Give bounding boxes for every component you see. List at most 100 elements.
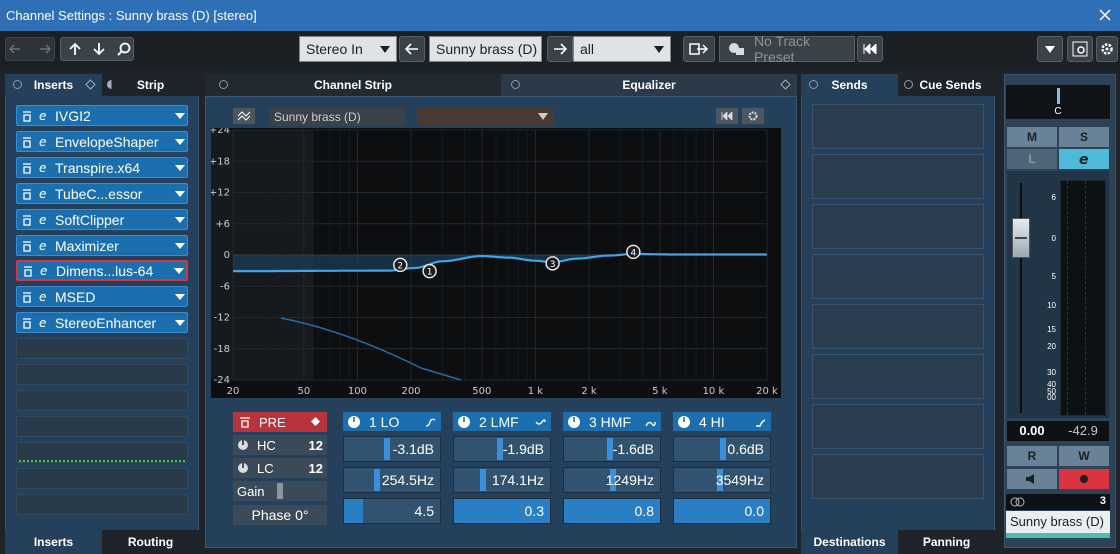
tab-bottom-inserts[interactable]: Inserts: [5, 530, 102, 554]
eq-preset-select[interactable]: [417, 108, 554, 126]
eq-band-node-4[interactable]: 4: [626, 244, 641, 260]
read-automation-button[interactable]: R: [1007, 446, 1057, 466]
eq-settings-button[interactable]: [742, 108, 764, 124]
history-nav-buttons[interactable]: [5, 37, 55, 61]
send-slot[interactable]: [812, 354, 984, 399]
band-1-q-field[interactable]: 4.5: [343, 498, 441, 524]
filter-type-icon[interactable]: [753, 417, 767, 427]
power-icon[interactable]: [567, 415, 581, 429]
record-button[interactable]: [1059, 469, 1109, 489]
band-2-header[interactable]: 2 LMF: [453, 412, 551, 431]
settings-button[interactable]: [1096, 36, 1118, 62]
eq-reset-button[interactable]: [716, 108, 738, 124]
insert-slot-3[interactable]: e Transpire.x64: [16, 157, 188, 178]
edit-channel-button[interactable]: e: [1059, 149, 1109, 169]
band-4-header[interactable]: 4 HI: [673, 412, 771, 431]
band-3-freq-field[interactable]: 1249Hz: [563, 467, 661, 493]
band-3-header[interactable]: 3 HMF: [563, 412, 661, 431]
eq-curve-display[interactable]: +24 +18 +12 +6 0 -6 -12 -18 -24 20 50 100 200 500 1 k…: [211, 128, 781, 398]
write-automation-button[interactable]: W: [1059, 446, 1109, 466]
pan-control[interactable]: C: [1006, 85, 1110, 119]
insert-slot-9[interactable]: e StereoEnhancer: [16, 312, 188, 333]
band-1-header[interactable]: 1 LO: [343, 412, 441, 431]
power-icon[interactable]: [677, 415, 691, 429]
lowcut-row[interactable]: LC 12: [233, 458, 327, 478]
insert-slot-7[interactable]: e Dimens...lus-64: [16, 260, 188, 281]
link-button[interactable]: [683, 36, 715, 62]
listen-button[interactable]: L: [1007, 149, 1057, 169]
tab-cue-sends[interactable]: Cue Sends: [898, 74, 995, 96]
phase-button[interactable]: Phase 0°: [233, 505, 327, 525]
solo-button[interactable]: S: [1059, 127, 1109, 147]
send-slot[interactable]: [812, 304, 984, 349]
insert-slot-5[interactable]: e SoftClipper: [16, 209, 188, 230]
insert-slot-empty[interactable]: [16, 442, 188, 463]
insert-slot-empty[interactable]: [16, 416, 188, 437]
tab-strip[interactable]: Strip: [102, 74, 199, 96]
band-1-gain-field[interactable]: -3.1dB: [343, 436, 441, 462]
band-4-gain-field[interactable]: 0.6dB: [673, 436, 771, 462]
insert-slot-6[interactable]: e Maximizer: [16, 235, 188, 256]
band-2-freq-field[interactable]: 174.1Hz: [453, 467, 551, 493]
track-preset-field[interactable]: No Track Preset: [719, 33, 855, 65]
eq-band-node-1[interactable]: 1: [422, 263, 437, 279]
send-slot[interactable]: [812, 104, 984, 149]
next-track-button[interactable]: [547, 36, 573, 62]
send-slot[interactable]: [812, 204, 984, 249]
band-3-q-field[interactable]: 0.8: [563, 498, 661, 524]
filter-select[interactable]: all: [573, 36, 671, 62]
tab-routing[interactable]: Routing: [102, 530, 199, 554]
band-2-gain-field[interactable]: -1.9dB: [453, 436, 551, 462]
channel-nav-buttons[interactable]: [60, 37, 134, 61]
preset-reset-button[interactable]: [857, 36, 883, 62]
band-4-freq-field[interactable]: 3549Hz: [673, 467, 771, 493]
eq-band-node-2[interactable]: 2: [393, 257, 408, 273]
filter-type-icon[interactable]: [643, 417, 657, 427]
insert-slot-4[interactable]: e TubeC...essor: [16, 183, 188, 204]
tab-channel-strip[interactable]: Channel Strip: [205, 74, 501, 96]
gain-slider-handle[interactable]: [277, 483, 283, 499]
send-slot[interactable]: [812, 254, 984, 299]
band-4-q-field[interactable]: 0.0: [673, 498, 771, 524]
tab-sends[interactable]: Sends: [801, 74, 898, 96]
insert-slot-8[interactable]: e MSED: [16, 286, 188, 307]
pre-button[interactable]: PRE: [233, 412, 327, 432]
tab-destinations[interactable]: Destinations: [801, 530, 898, 554]
tab-panning[interactable]: Panning: [898, 530, 995, 554]
tab-inserts[interactable]: Inserts: [5, 74, 102, 96]
track-name-field[interactable]: Sunny brass (D): [429, 36, 542, 62]
insert-slot-1[interactable]: e IVGI2: [16, 105, 188, 126]
close-button[interactable]: [1092, 2, 1118, 28]
eq-band-node-3[interactable]: 3: [545, 256, 560, 271]
prev-track-button[interactable]: [399, 36, 425, 62]
monitor-button[interactable]: [1007, 469, 1057, 489]
menu-dropdown-button[interactable]: [1037, 36, 1063, 62]
window-settings-button[interactable]: [1067, 36, 1093, 62]
filter-type-icon[interactable]: [533, 417, 547, 427]
eq-preset-field[interactable]: Sunny brass (D): [269, 108, 405, 126]
band-1-freq-field[interactable]: 254.5Hz: [343, 467, 441, 493]
send-slot[interactable]: [812, 454, 984, 499]
channel-name-field[interactable]: Sunny brass (D): [1006, 511, 1110, 533]
highcut-row[interactable]: HC 12: [233, 435, 327, 455]
insert-slot-empty[interactable]: [16, 338, 188, 359]
insert-slot-empty[interactable]: [16, 390, 188, 411]
band-2-q-field[interactable]: 0.3: [453, 498, 551, 524]
band-3-gain-field[interactable]: -1.6dB: [563, 436, 661, 462]
insert-slot-empty[interactable]: [16, 494, 188, 515]
send-slot[interactable]: [812, 404, 984, 449]
insert-slot-2[interactable]: e EnvelopeShaper: [16, 131, 188, 152]
volume-readout[interactable]: 0.00 -42.9: [1007, 421, 1109, 441]
insert-slot-empty[interactable]: [16, 364, 188, 385]
power-icon[interactable]: [457, 415, 471, 429]
send-slot[interactable]: [812, 154, 984, 199]
volume-fader-handle[interactable]: [1012, 218, 1030, 258]
eq-curve-toggle[interactable]: [233, 108, 255, 124]
power-icon[interactable]: [347, 415, 361, 429]
input-routing-select[interactable]: Stereo In: [299, 36, 397, 62]
gain-slider[interactable]: Gain: [233, 481, 327, 501]
tab-equalizer[interactable]: Equalizer: [501, 74, 797, 96]
filter-type-icon[interactable]: [423, 417, 437, 427]
insert-slot-empty[interactable]: [16, 468, 188, 489]
mute-button[interactable]: M: [1007, 127, 1057, 147]
